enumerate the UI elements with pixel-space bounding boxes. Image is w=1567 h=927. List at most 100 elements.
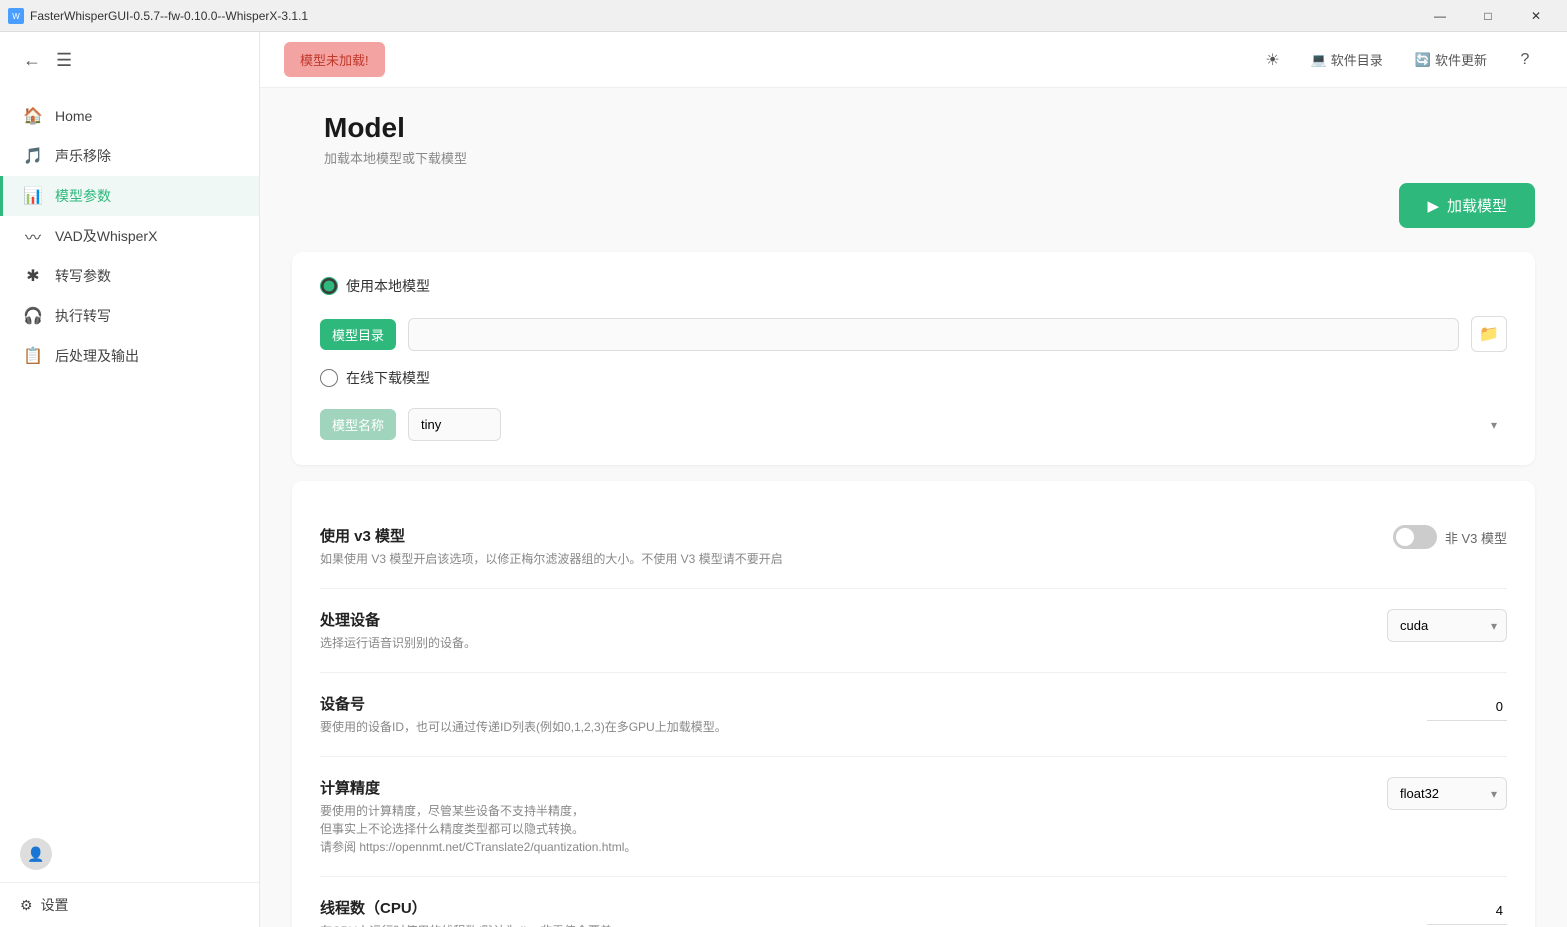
cpu-threads-title: 线程数（CPU）	[320, 897, 1387, 918]
model-name-label: 模型名称	[320, 409, 396, 440]
svg-text:W: W	[12, 12, 20, 21]
cpu-threads-control	[1427, 897, 1507, 925]
model-name-row: 模型名称 tiny base small medium large large-…	[320, 408, 1507, 441]
transcribe-params-icon: ✱	[23, 266, 43, 286]
compute-type-info: 计算精度 要使用的计算精度，尽管某些设备不支持半精度， 但事实上不论选择什么精度…	[320, 777, 1387, 856]
device-control: cuda cpu auto	[1387, 609, 1507, 642]
model-dir-row: 模型目录 📁	[320, 316, 1507, 352]
sidebar-item-vocal-remove[interactable]: 🎵 声乐移除	[0, 136, 259, 176]
compute-type-desc2: 但事实上不论选择什么精度类型都可以隐式转换。	[320, 822, 584, 836]
device-title: 处理设备	[320, 609, 1347, 630]
cpu-threads-param-row: 线程数（CPU） 在CPU上运行时使用的线程数(默认为4)，非零值会覆盖	[320, 877, 1507, 927]
user-avatar-area: 👤	[0, 826, 259, 882]
play-icon: ▶	[1427, 197, 1439, 215]
hamburger-icon[interactable]: ☰	[56, 50, 72, 71]
compute-type-control: float32 float16 int8 int8_float16 int16 …	[1387, 777, 1507, 810]
settings-icon: ⚙	[20, 897, 33, 914]
compute-type-title: 计算精度	[320, 777, 1347, 798]
device-info: 处理设备 选择运行语音识别别的设备。	[320, 609, 1387, 652]
device-param-row: 处理设备 选择运行语音识别别的设备。 cuda cpu auto	[320, 589, 1507, 673]
online-model-label[interactable]: 在线下载模型	[346, 368, 430, 388]
sidebar-item-label: 转写参数	[55, 266, 111, 286]
v3-model-desc: 如果使用 V3 模型开启该选项，以修正梅尔滤波器组的大小。不使用 V3 模型请不…	[320, 550, 1353, 568]
vad-icon: 〰	[23, 226, 43, 246]
software-dir-label: 软件目录	[1331, 50, 1383, 69]
vocal-icon: 🎵	[23, 146, 43, 166]
load-model-label: 加载模型	[1447, 195, 1507, 216]
output-icon: 📋	[23, 346, 43, 366]
sidebar-item-vad-whisperx[interactable]: 〰 VAD及WhisperX	[0, 216, 259, 256]
main-content: 模型未加载! ☀ 💻 软件目录 🔄 软件更新 ?	[260, 32, 1567, 927]
sidebar-item-run-transcribe[interactable]: 🎧 执行转写	[0, 296, 259, 336]
model-name-select[interactable]: tiny base small medium large large-v2 la…	[408, 408, 501, 441]
device-desc: 选择运行语音识别别的设备。	[320, 634, 1347, 652]
online-model-radio-row: 在线下载模型	[320, 368, 1507, 388]
maximize-button[interactable]: □	[1465, 0, 1511, 32]
sidebar-item-label: VAD及WhisperX	[55, 226, 157, 246]
device-id-title: 设备号	[320, 693, 1387, 714]
v3-model-title: 使用 v3 模型	[320, 525, 1353, 546]
update-icon: 🔄	[1415, 52, 1431, 68]
sidebar-item-label: 执行转写	[55, 306, 111, 326]
content-scroll: Model 加载本地模型或下载模型 ▶ 加载模型 使用本地模型	[260, 88, 1567, 927]
cpu-threads-input[interactable]	[1427, 897, 1507, 925]
local-model-radio[interactable]	[320, 277, 338, 295]
model-source-card: 使用本地模型 模型目录 📁 在线下载模型	[292, 252, 1535, 465]
sidebar-item-label: 后处理及输出	[55, 346, 139, 366]
v3-model-param-row: 使用 v3 模型 如果使用 V3 模型开启该选项，以修正梅尔滤波器组的大小。不使…	[320, 505, 1507, 589]
load-model-button[interactable]: ▶ 加载模型	[1399, 183, 1535, 228]
app-icon: W	[8, 8, 24, 24]
minimize-button[interactable]: —	[1417, 0, 1463, 32]
sidebar: ← ☰ 🏠 Home 🎵 声乐移除 📊 模型参数 〰 VAD及WhisperX …	[0, 32, 260, 927]
avatar: 👤	[20, 838, 52, 870]
folder-browse-button[interactable]: 📁	[1471, 316, 1507, 352]
run-icon: 🎧	[23, 306, 43, 326]
sidebar-item-home[interactable]: 🏠 Home	[0, 96, 259, 136]
sidebar-item-label: Home	[55, 108, 92, 124]
theme-icon: ☀	[1265, 50, 1279, 70]
model-dir-input[interactable]	[408, 318, 1459, 351]
page-subtitle: 加载本地模型或下载模型	[324, 148, 1503, 167]
local-model-radio-row: 使用本地模型	[320, 276, 1507, 296]
sidebar-item-post-output[interactable]: 📋 后处理及输出	[0, 336, 259, 376]
params-card: 使用 v3 模型 如果使用 V3 模型开启该选项，以修正梅尔滤波器组的大小。不使…	[292, 481, 1535, 927]
sidebar-item-transcribe-params[interactable]: ✱ 转写参数	[0, 256, 259, 296]
compute-type-param-row: 计算精度 要使用的计算精度，尽管某些设备不支持半精度， 但事实上不论选择什么精度…	[320, 757, 1507, 877]
model-status-button[interactable]: 模型未加载!	[284, 42, 385, 77]
theme-toggle-button[interactable]: ☀	[1255, 42, 1291, 78]
device-id-desc: 要使用的设备ID，也可以通过传递ID列表(例如0,1,2,3)在多GPU上加载模…	[320, 718, 1387, 736]
topbar: 模型未加载! ☀ 💻 软件目录 🔄 软件更新 ?	[260, 32, 1567, 88]
titlebar: W FasterWhisperGUI-0.5.7--fw-0.10.0--Whi…	[0, 0, 1567, 32]
page-header: Model 加载本地模型或下载模型	[292, 88, 1535, 183]
compute-type-desc1: 要使用的计算精度，尽管某些设备不支持半精度，	[320, 804, 584, 818]
sidebar-nav: 🏠 Home 🎵 声乐移除 📊 模型参数 〰 VAD及WhisperX ✱ 转写…	[0, 88, 259, 826]
compute-type-select[interactable]: float32 float16 int8 int8_float16 int16 …	[1387, 777, 1507, 810]
back-button[interactable]: ←	[16, 44, 48, 76]
help-icon: ?	[1521, 51, 1530, 69]
cpu-threads-info: 线程数（CPU） 在CPU上运行时使用的线程数(默认为4)，非零值会覆盖	[320, 897, 1427, 927]
online-model-radio[interactable]	[320, 369, 338, 387]
device-id-control	[1427, 693, 1507, 721]
software-update-button[interactable]: 🔄 软件更新	[1403, 44, 1499, 75]
v3-toggle-label: 非 V3 模型	[1445, 528, 1507, 547]
close-button[interactable]: ✕	[1513, 0, 1559, 32]
device-select[interactable]: cuda cpu auto	[1387, 609, 1507, 642]
local-model-label[interactable]: 使用本地模型	[346, 276, 430, 296]
sidebar-item-model-params[interactable]: 📊 模型参数	[0, 176, 259, 216]
compute-type-select-wrapper: float32 float16 int8 int8_float16 int16 …	[1387, 777, 1507, 810]
help-button[interactable]: ?	[1507, 42, 1543, 78]
device-id-input[interactable]	[1427, 693, 1507, 721]
software-dir-button[interactable]: 💻 软件目录	[1299, 44, 1395, 75]
v3-toggle-wrapper: 非 V3 模型	[1393, 525, 1507, 549]
model-source: 使用本地模型 模型目录 📁 在线下载模型	[320, 276, 1507, 441]
v3-model-control: 非 V3 模型	[1393, 525, 1507, 549]
compute-type-desc: 要使用的计算精度，尽管某些设备不支持半精度， 但事实上不论选择什么精度类型都可以…	[320, 802, 1347, 856]
device-id-info: 设备号 要使用的设备ID，也可以通过传递ID列表(例如0,1,2,3)在多GPU…	[320, 693, 1427, 736]
v3-model-toggle[interactable]	[1393, 525, 1437, 549]
titlebar-controls: — □ ✕	[1417, 0, 1559, 32]
sidebar-header: ← ☰	[0, 32, 259, 88]
titlebar-title: FasterWhisperGUI-0.5.7--fw-0.10.0--Whisp…	[30, 9, 308, 23]
compute-type-desc3: 请参阅 https://opennmt.net/CTranslate2/quan…	[320, 840, 636, 854]
sidebar-item-settings[interactable]: ⚙ 设置	[0, 882, 259, 927]
topbar-left: 模型未加载!	[284, 42, 385, 77]
